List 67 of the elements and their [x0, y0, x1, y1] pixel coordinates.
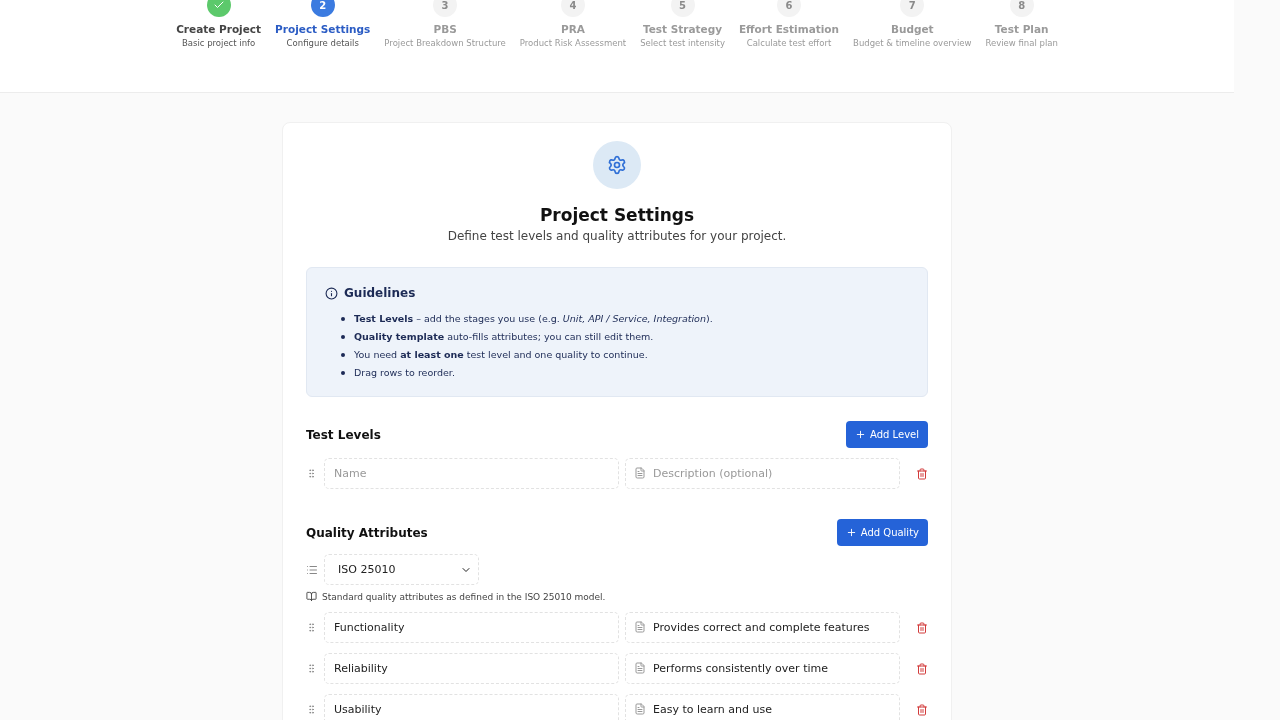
template-select[interactable]: ISO 25010: [324, 554, 479, 585]
plus-icon: [855, 429, 867, 440]
add-quality-button[interactable]: Add Quality: [836, 519, 928, 546]
description-field[interactable]: Provides correct and complete features: [625, 612, 900, 643]
step-indicator: 5: [670, 0, 695, 17]
delete-button[interactable]: [916, 621, 928, 634]
step-subtitle: Basic project info: [181, 38, 256, 48]
step-title: Create Project: [176, 23, 262, 35]
guidelines-title: Guidelines: [344, 286, 416, 300]
guideline-text: Drag rows to reorder.: [354, 366, 455, 380]
add-level-button[interactable]: Add Level: [846, 421, 928, 448]
book-icon: [306, 591, 317, 602]
delete-button[interactable]: [916, 662, 928, 675]
trash-icon: [916, 703, 928, 716]
list-icon: [306, 563, 318, 576]
name-field[interactable]: Reliability: [324, 653, 619, 684]
document-icon: [634, 703, 646, 715]
step-subtitle: Review final plan: [985, 38, 1058, 48]
document-icon: [634, 621, 646, 633]
step-subtitle: Project Breakdown Structure: [384, 38, 506, 48]
trash-icon: [916, 621, 928, 634]
template-note: Standard quality attributes as defined in the ISO 25010 model.: [322, 591, 606, 602]
name-field[interactable]: Name: [324, 458, 619, 489]
step-subtitle: Select test intensity: [640, 38, 725, 48]
step-title: PRA: [561, 23, 585, 35]
step-title: PBS: [433, 23, 457, 35]
step-title: Test Strategy: [642, 23, 723, 35]
guideline-text: You need at least one test level and one quality to continue.: [354, 348, 648, 362]
step-title: Project Settings: [275, 23, 371, 35]
page-subtitle: Define test levels and quality attributes for your project.: [447, 229, 787, 243]
bullet-icon: [341, 353, 345, 357]
step-indicator: 3: [433, 0, 458, 17]
settings-icon: [593, 141, 641, 189]
step-subtitle: Calculate test effort: [746, 38, 832, 48]
delete-button[interactable]: [916, 703, 928, 716]
step-subtitle: Budget & timeline overview: [853, 38, 972, 48]
delete-button[interactable]: [916, 467, 928, 480]
bullet-icon: [341, 317, 345, 321]
bullet-icon: [341, 371, 345, 375]
section-title: Test Levels: [306, 427, 381, 442]
info-icon: [325, 286, 338, 300]
document-icon: [634, 662, 646, 674]
description-field[interactable]: Performs consistently over time: [625, 653, 900, 684]
step-title: Budget: [890, 23, 934, 35]
step-title: Test Plan: [994, 23, 1049, 35]
name-field[interactable]: Functionality: [324, 612, 619, 643]
step-indicator: 6: [777, 0, 801, 17]
plus-icon: [845, 527, 857, 538]
step-subtitle: Product Risk Assessment: [519, 38, 627, 48]
step-title: Effort Estimation: [738, 23, 840, 35]
guideline-text: Test Levels – add the stages you use (e.g. Unit, API / Service, Integration).: [354, 312, 713, 326]
guideline-text: Quality template auto-fills attributes; you can still edit them.: [354, 330, 654, 344]
description-field[interactable]: Easy to learn and use: [625, 694, 900, 720]
document-icon: [634, 467, 646, 479]
trash-icon: [916, 467, 928, 480]
description-field[interactable]: Description (optional): [625, 458, 900, 489]
check-icon: [212, 0, 225, 11]
name-field[interactable]: Usability: [324, 694, 619, 720]
bullet-icon: [341, 335, 345, 339]
step-indicator: 7: [900, 0, 925, 17]
step-subtitle: Configure details: [286, 38, 359, 48]
step-indicator: 8: [1009, 0, 1034, 17]
trash-icon: [916, 662, 928, 675]
step-indicator: 4: [560, 0, 585, 17]
section-title: Quality Attributes: [306, 525, 428, 540]
step-indicator: 2: [310, 0, 335, 17]
page-title: Project Settings: [539, 205, 695, 225]
